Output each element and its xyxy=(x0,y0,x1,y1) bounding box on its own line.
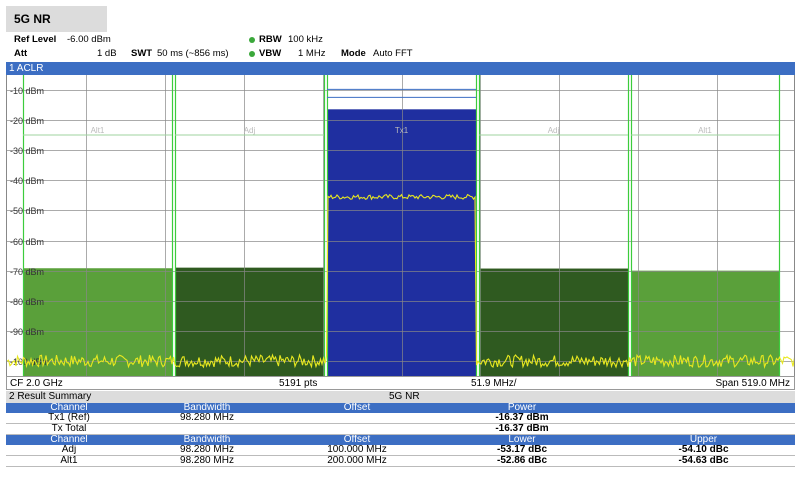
frequency-span[interactable]: Span 519.0 MHz xyxy=(716,377,791,391)
spectrum-plot: -10 dBm -20 dBm -30 dBm -40 dBm -50 dBm -60 d… xyxy=(7,75,794,376)
table-row: Tx1 (Ref) 98.280 MHz -16.37 dBm xyxy=(6,413,795,424)
channel-name: Tx Total xyxy=(6,423,132,435)
att-value[interactable]: 1 dB xyxy=(97,48,117,60)
header-lower: Lower xyxy=(432,434,612,445)
mode-value[interactable]: Auto FFT xyxy=(373,48,413,60)
frequency-per-division: 51.9 MHz/ xyxy=(471,378,517,389)
channel-label: Adj xyxy=(548,126,560,135)
table-row: Tx Total -16.37 dBm xyxy=(6,423,795,435)
table-row: Alt1 98.280 MHz 200.000 MHz -52.86 dBc -… xyxy=(6,455,795,467)
header-empty xyxy=(612,403,795,413)
lower-power: -53.17 dBc xyxy=(432,445,612,456)
y-axis-tick-label: -10 dBm xyxy=(10,86,44,96)
result-summary-standard: 5G NR xyxy=(389,391,420,402)
aclr-spectrum-chart[interactable]: -10 dBm -20 dBm -30 dBm -40 dBm -50 dBm -60 d… xyxy=(6,75,795,376)
channel-offset: 100.000 MHz xyxy=(282,445,432,456)
channel-power: -16.37 dBm xyxy=(432,413,612,424)
y-axis-tick-label: -20 dBm xyxy=(10,116,44,126)
upper-power: -54.63 dBc xyxy=(612,455,795,467)
channel-bandwidth: 98.280 MHz xyxy=(132,455,282,467)
y-axis-tick-label: -80 dBm xyxy=(10,297,44,307)
channel-label: Adj xyxy=(244,126,256,135)
y-axis-tick-label: -90 dBm xyxy=(10,327,44,337)
rbw-coupled-indicator-icon xyxy=(249,37,255,43)
aclr-window-titlebar[interactable]: 1 ACLR xyxy=(6,62,795,75)
channel-label: Alt1 xyxy=(698,126,712,135)
channel-power-bar xyxy=(327,109,476,376)
rbw-value[interactable]: 100 kHz xyxy=(288,34,323,46)
header-upper: Upper xyxy=(612,434,795,445)
y-axis-tick-label: -50 dBm xyxy=(10,206,44,216)
vbw-value[interactable]: 1 MHz xyxy=(298,48,325,60)
ref-level-value[interactable]: -6.00 dBm xyxy=(67,34,111,46)
tab-title: 5G NR xyxy=(14,12,51,26)
vbw-coupled-indicator-icon xyxy=(249,51,255,57)
result-summary-title: 2 Result Summary xyxy=(9,391,92,402)
channel-offset: 200.000 MHz xyxy=(282,455,432,467)
rbw-label: RBW xyxy=(259,34,282,45)
y-axis-tick-label: -60 dBm xyxy=(10,237,44,247)
channel-bandwidth xyxy=(132,423,282,435)
channel-power: -16.37 dBm xyxy=(432,423,612,435)
tab-5g-nr[interactable]: 5G NR xyxy=(6,6,107,32)
measurement-parameters: Ref Level -6.00 dBm Att 1 dB SWT 50 ms (… xyxy=(0,32,800,62)
swt-value[interactable]: 50 ms (~856 ms) xyxy=(157,48,229,60)
header-power: Power xyxy=(432,403,612,413)
swt-label: SWT xyxy=(131,48,153,59)
header-offset: Offset xyxy=(282,434,432,445)
center-frequency[interactable]: CF 2.0 GHz xyxy=(10,377,63,391)
channel-extra xyxy=(612,423,795,435)
channel-name: Alt1 xyxy=(6,455,132,467)
header-channel: Channel xyxy=(6,434,132,445)
channel-offset xyxy=(282,423,432,435)
summary-header-row: Channel Bandwidth Offset Lower Upper xyxy=(6,434,795,445)
channel-name: Tx1 (Ref) xyxy=(6,413,132,424)
y-axis-tick-label: -70 dBm xyxy=(10,267,44,277)
header-offset: Offset xyxy=(282,403,432,413)
y-axis-tick-label: -30 dBm xyxy=(10,146,44,156)
channel-name: Adj xyxy=(6,445,132,456)
table-row: Adj 98.280 MHz 100.000 MHz -53.17 dBc -5… xyxy=(6,445,795,456)
chart-status-bar: CF 2.0 GHz 5191 pts 51.9 MHz/ Span 519.0… xyxy=(6,376,795,390)
mode-label: Mode xyxy=(341,48,366,59)
att-label: Att xyxy=(14,48,28,59)
channel-extra xyxy=(612,413,795,424)
upper-power: -54.10 dBc xyxy=(612,445,795,456)
header-bandwidth: Bandwidth xyxy=(132,434,282,445)
header-bandwidth: Bandwidth xyxy=(132,403,282,413)
aclr-window-title: 1 ACLR xyxy=(9,63,44,74)
channel-offset xyxy=(282,413,432,424)
channel-label: Tx1 xyxy=(395,126,409,135)
vbw-label: VBW xyxy=(259,48,282,59)
lower-power: -52.86 dBc xyxy=(432,455,612,467)
sweep-points: 5191 pts xyxy=(279,378,318,389)
channel-bandwidth: 98.280 MHz xyxy=(132,445,282,456)
ref-level-label: Ref Level xyxy=(14,34,57,45)
result-summary-titlebar[interactable]: 2 Result Summary 5G NR xyxy=(6,391,795,403)
header-channel: Channel xyxy=(6,403,132,413)
y-axis-tick-label: -40 dBm xyxy=(10,176,44,186)
channel-bandwidth: 98.280 MHz xyxy=(132,413,282,424)
channel-label: Alt1 xyxy=(91,126,105,135)
result-summary-table: Channel Bandwidth Offset Power Tx1 (Ref)… xyxy=(6,403,795,467)
summary-header-row: Channel Bandwidth Offset Power xyxy=(6,403,795,413)
